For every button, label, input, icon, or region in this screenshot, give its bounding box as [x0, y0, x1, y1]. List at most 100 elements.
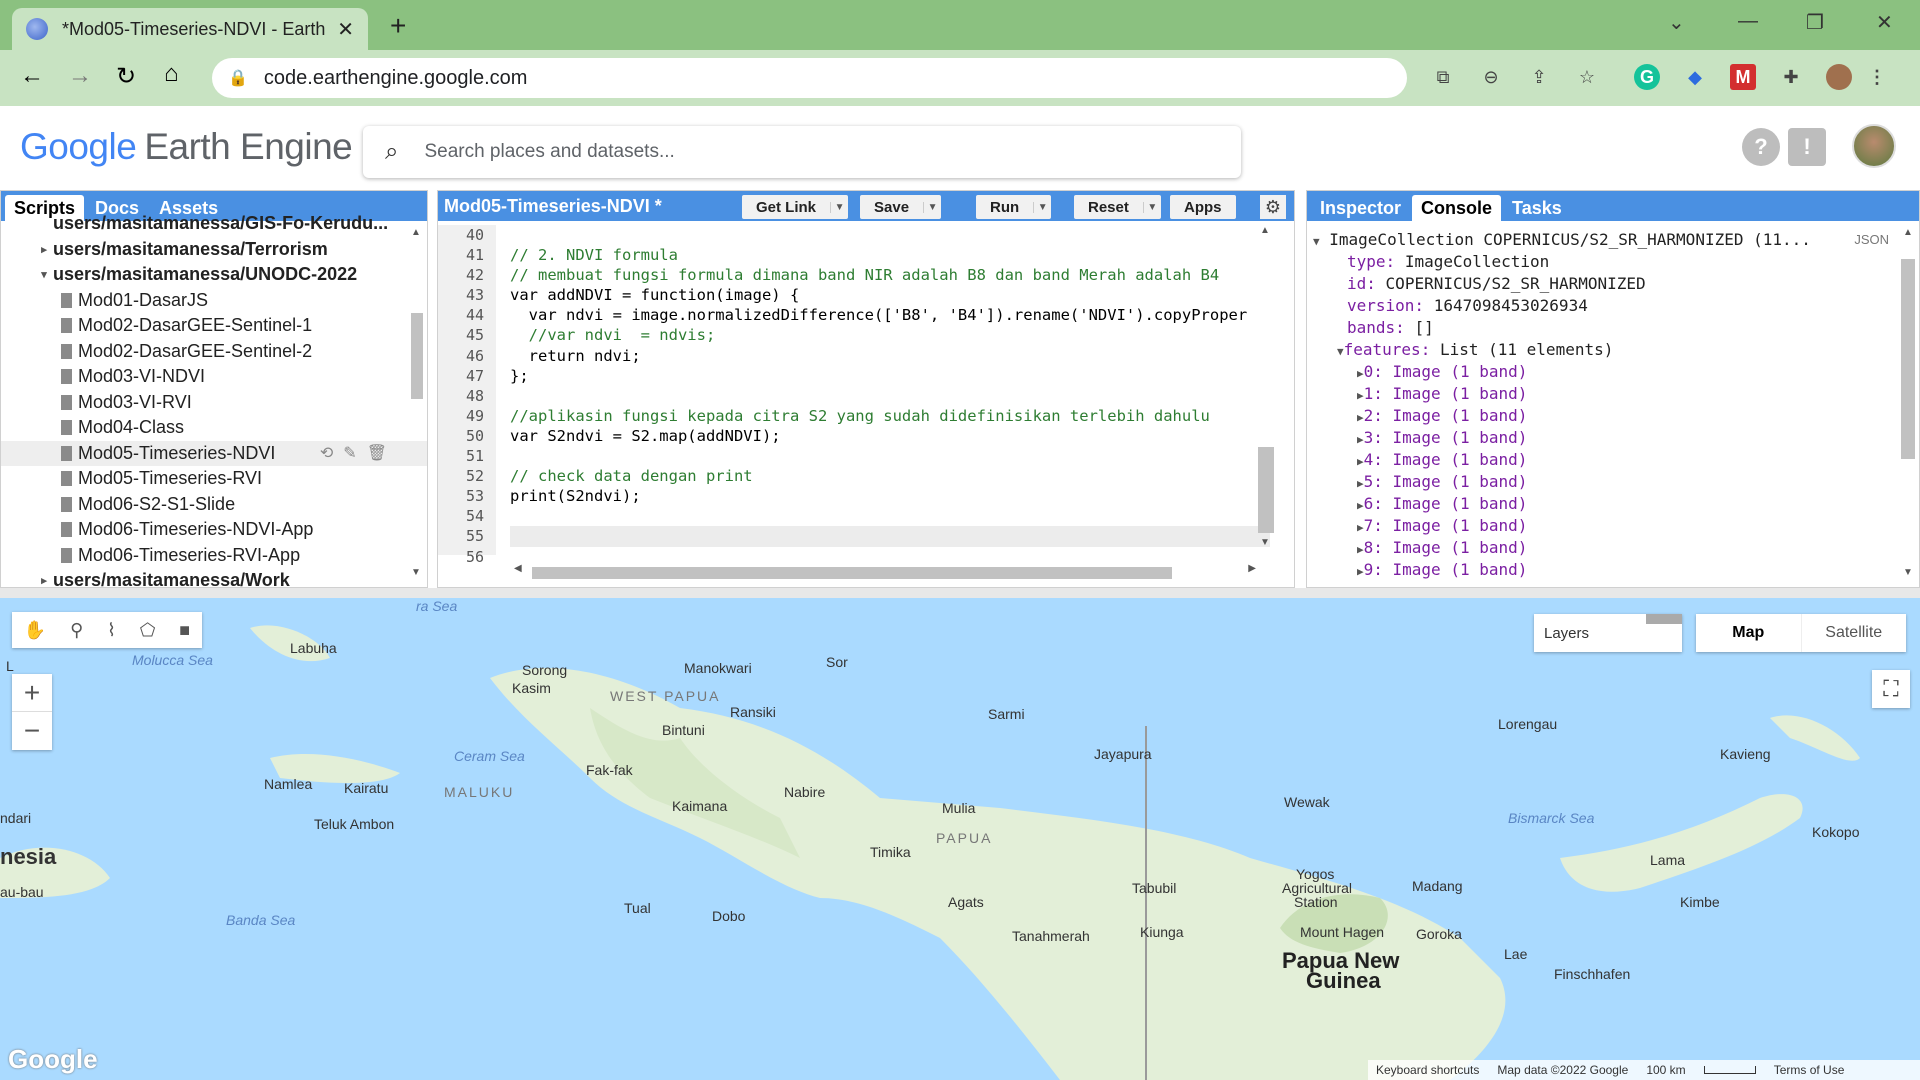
reload-icon[interactable]: ↻: [116, 62, 136, 91]
feature-list-item[interactable]: ▶3: Image (1 band): [1307, 427, 1919, 449]
mendeley-extension-icon[interactable]: M: [1730, 64, 1756, 90]
apps-button[interactable]: Apps: [1170, 195, 1236, 219]
zoom-in-button[interactable]: +: [12, 674, 52, 712]
console-collection-row[interactable]: ▼ ImageCollection COPERNICUS/S2_SR_HARMO…: [1307, 229, 1919, 251]
script-file-item[interactable]: Mod05-Timeseries-RVI: [1, 466, 427, 492]
gear-icon[interactable]: ⚙: [1260, 195, 1286, 219]
tab-console[interactable]: Console: [1412, 195, 1502, 221]
feedback-icon[interactable]: !: [1788, 128, 1826, 166]
feature-list-item[interactable]: ▶5: Image (1 band): [1307, 471, 1919, 493]
polygon-icon[interactable]: ⬠: [140, 620, 156, 641]
browser-menu-icon[interactable]: ⋮: [1864, 64, 1890, 90]
marker-icon[interactable]: ⚲: [70, 620, 83, 641]
script-file-item[interactable]: Mod06-Timeseries-RVI-App: [1, 543, 427, 569]
line-number: 41: [465, 246, 484, 265]
expand-arrow-icon[interactable]: ▸: [35, 574, 53, 587]
feature-list-item[interactable]: ▶2: Image (1 band): [1307, 405, 1919, 427]
map-splitter[interactable]: [0, 588, 1920, 598]
map-canvas[interactable]: Molucca Sea Labuha Sorong Manokwari Sor Kasim…: [0, 598, 1920, 1080]
restore-button[interactable]: ❐: [1806, 10, 1824, 35]
share-icon[interactable]: ⇪: [1526, 64, 1552, 90]
script-folder-item[interactable]: ▸ users/masitamanessa/Terrorism: [1, 237, 427, 263]
editor-vscroll[interactable]: ▲ ▼: [1256, 225, 1276, 555]
zoom-icon[interactable]: ⊖: [1478, 64, 1504, 90]
keyboard-shortcuts-link[interactable]: Keyboard shortcuts: [1376, 1063, 1479, 1077]
feature-list-item[interactable]: ▶9: Image (1 band): [1307, 559, 1919, 581]
line-icon[interactable]: ⌇: [107, 620, 116, 641]
terms-of-use-link[interactable]: Terms of Use: [1774, 1063, 1845, 1077]
script-file-item[interactable]: Mod04-Class: [1, 415, 427, 441]
code-line: //aplikasin fungsi kepada citra S2 yang …: [510, 406, 1210, 425]
zoom-out-button[interactable]: −: [12, 712, 52, 750]
map-type-map-button[interactable]: Map: [1696, 614, 1801, 652]
tree-item-label: users/masitamanessa/UNODC-2022: [53, 264, 358, 285]
browser-tab[interactable]: *Mod05-Timeseries-NDVI - Earth ✕: [12, 8, 368, 50]
back-arrow-icon[interactable]: ←: [20, 62, 44, 90]
script-file-item[interactable]: Mod05-Timeseries-NDVI ⟲✎🗑: [1, 440, 427, 466]
script-folder-item[interactable]: users/masitamanessa/GIS-Fo-Kerudu...: [1, 211, 427, 237]
script-file-item[interactable]: Mod03-VI-RVI: [1, 390, 427, 416]
home-icon[interactable]: ⌂: [164, 60, 179, 88]
script-file-item[interactable]: Mod03-VI-NDVI: [1, 364, 427, 390]
features-row[interactable]: ▼features: List (11 elements): [1307, 339, 1919, 361]
close-window-button[interactable]: ✕: [1876, 10, 1893, 35]
extension-blue-icon[interactable]: ◆: [1682, 64, 1708, 90]
feature-list-item[interactable]: ▶4: Image (1 band): [1307, 449, 1919, 471]
forward-arrow-icon[interactable]: →: [68, 62, 92, 90]
script-file-item[interactable]: Mod01-DasarJS: [1, 288, 427, 314]
map-type-satellite-button[interactable]: Satellite: [1800, 614, 1907, 652]
search-input[interactable]: Search places and datasets...: [424, 141, 674, 163]
rename-icon[interactable]: ✎: [343, 445, 366, 462]
close-tab-icon[interactable]: ✕: [337, 17, 354, 42]
script-file-item[interactable]: Mod02-DasarGEE-Sentinel-2: [1, 339, 427, 365]
code-text-area[interactable]: // 2. NDVI formula// membuat fungsi form…: [510, 225, 1270, 567]
json-link[interactable]: JSON: [1854, 229, 1889, 251]
console-scrollbar[interactable]: ▲ ▼: [1899, 227, 1917, 587]
code-line: // check data dengan print: [510, 467, 753, 486]
tab-inspector[interactable]: Inspector: [1311, 195, 1410, 221]
reset-button[interactable]: Reset ▼: [1074, 195, 1161, 219]
map-place-label: L: [6, 658, 14, 674]
address-bar[interactable]: 🔒 code.earthengine.google.com: [212, 58, 1407, 98]
tab-search-button[interactable]: ⌄: [1668, 10, 1685, 35]
map-place-label: Finschhafen: [1554, 966, 1631, 982]
expand-arrow-icon[interactable]: ▾: [35, 268, 53, 281]
get-link-button[interactable]: Get Link ▼: [742, 195, 849, 219]
run-button[interactable]: Run ▼: [976, 195, 1052, 219]
scale-bar[interactable]: 100 km: [1646, 1063, 1685, 1077]
feature-list-item[interactable]: ▶6: Image (1 band): [1307, 493, 1919, 515]
tree-scrollbar[interactable]: ▲ ▼: [407, 227, 425, 587]
help-icon[interactable]: ?: [1742, 128, 1780, 166]
feature-list-item[interactable]: ▶7: Image (1 band): [1307, 515, 1919, 537]
translate-icon[interactable]: ⧉: [1430, 64, 1456, 90]
places-search-box[interactable]: ⌕ Search places and datasets...: [363, 126, 1241, 178]
layers-button[interactable]: Layers: [1534, 614, 1682, 652]
script-folder-item[interactable]: ▾ users/masitamanessa/UNODC-2022: [1, 262, 427, 288]
earth-engine-logo[interactable]: Google Earth Engine: [20, 126, 353, 168]
tree-item-label: Mod06-Timeseries-RVI-App: [78, 544, 301, 565]
minimize-button[interactable]: —: [1738, 10, 1758, 33]
map-type-control: Map Satellite: [1696, 614, 1906, 652]
feature-list-item[interactable]: ▶0: Image (1 band): [1307, 361, 1919, 383]
feature-list-item[interactable]: ▶1: Image (1 band): [1307, 383, 1919, 405]
user-avatar[interactable]: [1852, 124, 1896, 168]
hand-pan-icon[interactable]: ✋: [24, 620, 46, 641]
extensions-puzzle-icon[interactable]: ✚: [1778, 64, 1804, 90]
script-file-item[interactable]: Mod02-DasarGEE-Sentinel-1: [1, 313, 427, 339]
save-button[interactable]: Save ▼: [860, 195, 942, 219]
profile-avatar-icon[interactable]: [1826, 64, 1852, 90]
tab-tasks[interactable]: Tasks: [1503, 195, 1571, 221]
layers-opacity-slider[interactable]: [1646, 614, 1682, 624]
script-file-item[interactable]: Mod06-S2-S1-Slide: [1, 492, 427, 518]
grammarly-extension-icon[interactable]: G: [1634, 64, 1660, 90]
script-file-item[interactable]: Mod06-Timeseries-NDVI-App: [1, 517, 427, 543]
new-tab-button[interactable]: +: [390, 10, 406, 42]
fullscreen-icon[interactable]: ⛶: [1872, 670, 1910, 708]
editor-hscroll[interactable]: ◀ ▶: [510, 563, 1256, 581]
delete-icon[interactable]: 🗑: [367, 445, 397, 462]
feature-list-item[interactable]: ▶8: Image (1 band): [1307, 537, 1919, 559]
expand-arrow-icon[interactable]: ▸: [35, 243, 53, 256]
history-icon[interactable]: ⟲: [320, 445, 343, 462]
rectangle-icon[interactable]: ■: [179, 620, 190, 641]
bookmark-star-icon[interactable]: ☆: [1574, 64, 1600, 90]
